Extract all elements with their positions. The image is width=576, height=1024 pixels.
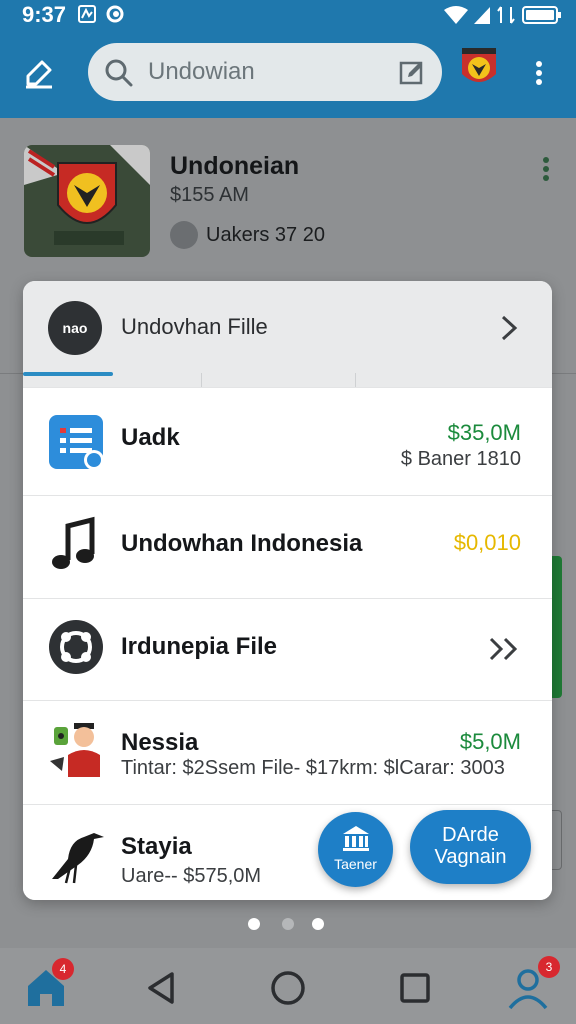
circle-node-icon [49,620,103,674]
list-item[interactable]: Undowhan Indonesia $0,010 [23,495,552,598]
page-dot[interactable] [312,918,324,930]
list-item-subtitle: Tintar: $2Ssem File- $17krm: $lCarar: 30… [121,757,505,779]
compose-icon[interactable] [22,56,56,90]
back-icon[interactable] [140,966,184,1010]
search-input[interactable] [148,57,378,87]
edit-icon[interactable] [398,59,426,87]
list-item-amount: $5,0M [459,729,521,754]
status-bar: 9:37 [0,0,576,30]
signal-icon [474,7,490,24]
primary-action-button[interactable]: DArde Vagnain [410,810,531,884]
top-app-bar: 9:37 [0,0,576,118]
header-card-user: Uakers 37 20 [206,224,325,246]
home-circle-icon[interactable] [266,966,310,1010]
profile-badge: 3 [538,956,560,978]
tab-divider [355,373,552,387]
header-card-title: Undoneian [170,152,300,180]
home-badge: 4 [52,958,74,980]
list-item-subtitle: Uare-- $575,0M [121,865,262,887]
page-indicator [248,918,328,932]
header-card-time: $155 AM [170,184,249,206]
list-item[interactable]: Irdunepia File [23,598,552,700]
emblem-image-icon [24,145,150,257]
list-item[interactable]: Uadk $35,0M $ Baner 1810 [23,387,552,495]
bank-icon [343,826,369,851]
primary-action-label-line2: Vagnain [434,846,507,868]
list-item-title: Stayia [121,833,192,860]
list-item-title: Uadk [121,424,180,451]
crow-icon [52,833,104,884]
list-item-title: Undowhan Indonesia [121,530,363,557]
status-time: 9:37 [22,2,67,27]
recents-icon[interactable] [393,966,437,1010]
primary-action-label-line1: DArde [442,824,499,846]
list-item[interactable]: Nessia $5,0M Tintar: $2Ssem File- $17krm… [23,700,552,804]
list-item-subtitle: $ Baner 1810 [400,448,521,470]
sheet-header[interactable]: nao Undovhan Fille [23,281,552,387]
bottom-navigation: 4 3 [0,948,576,1024]
header-card-thumbnail [24,145,150,257]
list-item-title: Nessia [121,729,199,756]
data-icon [497,6,515,24]
more-options-icon[interactable] [528,58,550,88]
list-item-amount: $35,0M [447,420,521,445]
battery-icon [522,6,561,24]
sheet-header-title: Undovhan Fille [121,314,268,339]
user-avatar-icon [170,221,198,249]
search-bar[interactable] [88,43,442,101]
cartoon-man-icon [50,723,100,777]
list-item-title: Irdunepia File [121,633,278,660]
sheet-header-icon: nao [48,301,102,355]
bank-action-label: Taener [334,856,377,872]
bank-action-button[interactable]: Taener [318,812,393,887]
search-icon [105,59,133,87]
notification-icon [78,5,96,23]
tab-divider [201,373,355,387]
music-note-icon [52,516,95,569]
document-list-icon [49,415,104,470]
avatar[interactable] [458,46,500,92]
app-notification-icon [106,5,124,23]
wifi-icon [444,6,468,24]
page-dot[interactable] [282,918,294,930]
chevron-right-icon[interactable] [497,313,521,343]
card-more-options-icon[interactable] [535,154,557,184]
double-chevron-right-icon[interactable] [487,635,521,663]
tab-indicator [23,372,113,376]
page-dot-active[interactable] [248,918,260,930]
bottom-sheet: nao Undovhan Fille Uadk $35,0M $ Baner 1… [23,281,552,900]
list-item-amount: $0,010 [453,530,521,555]
